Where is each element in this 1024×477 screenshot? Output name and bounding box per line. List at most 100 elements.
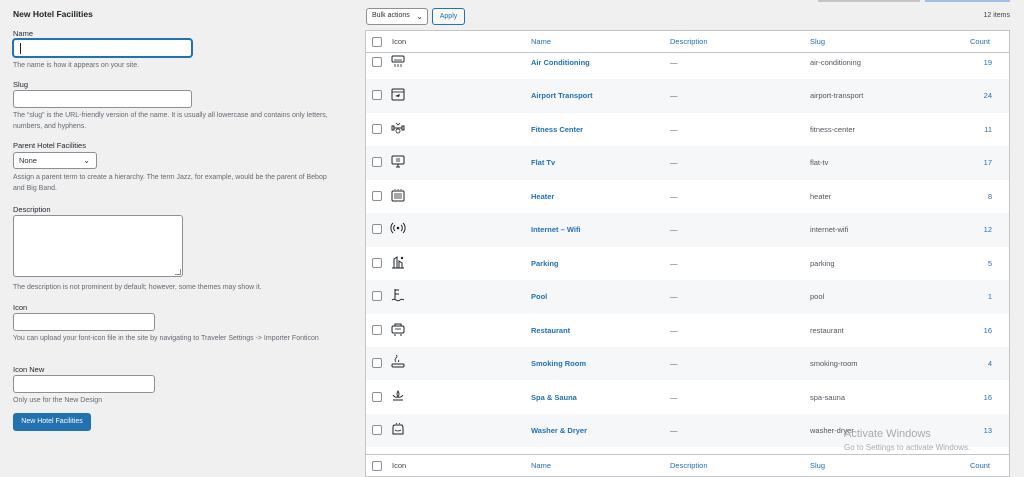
- row-description: —: [670, 58, 678, 67]
- slug-label: Slug: [13, 80, 29, 89]
- table-row: Parking — parking 5: [366, 247, 1009, 280]
- row-checkbox[interactable]: [372, 157, 382, 168]
- description-textarea[interactable]: [13, 215, 183, 277]
- name-input[interactable]: [13, 39, 192, 57]
- row-name-link[interactable]: Flat Tv: [531, 146, 555, 179]
- row-count-link[interactable]: 13: [972, 414, 992, 447]
- icon-new-input[interactable]: [13, 375, 155, 393]
- airport-transport-icon: [391, 88, 405, 101]
- slug-help: The “slug” is the URL-friendly version o…: [13, 112, 328, 130]
- table-row: Flat Tv — flat-tv 17: [366, 146, 1009, 180]
- row-count-link[interactable]: 17: [972, 146, 992, 179]
- heater-icon: [391, 188, 405, 202]
- tv-icon: [391, 155, 405, 168]
- add-facility-button[interactable]: New Hotel Facilities: [13, 413, 91, 431]
- row-description: —: [670, 325, 678, 335]
- row-checkbox[interactable]: [372, 190, 382, 201]
- parking-icon: [392, 255, 404, 269]
- table-row: Restaurant — restaurant 16: [366, 314, 1009, 347]
- resize-handle-icon[interactable]: [175, 269, 181, 275]
- row-slug: air-conditioning: [810, 58, 861, 67]
- row-name-link[interactable]: Heater: [531, 180, 554, 213]
- row-checkbox[interactable]: [372, 424, 382, 435]
- windows-watermark-subtitle: Go to Settings to activate Windows.: [844, 443, 971, 452]
- row-name-link[interactable]: Airport Transport: [531, 79, 593, 112]
- row-count-link[interactable]: 16: [972, 381, 992, 414]
- row-name-link[interactable]: Fitness Center: [531, 113, 583, 146]
- row-checkbox[interactable]: [372, 57, 382, 67]
- wifi-icon: [390, 222, 406, 234]
- bulk-actions-select[interactable]: Bulk actions ⌄: [366, 8, 428, 25]
- row-checkbox[interactable]: [372, 224, 382, 235]
- row-name-link[interactable]: Smoking Room: [531, 347, 586, 380]
- row-checkbox[interactable]: [372, 123, 382, 134]
- row-checkbox[interactable]: [372, 291, 382, 302]
- row-description: —: [670, 158, 678, 168]
- icon-input[interactable]: [13, 313, 155, 331]
- row-name-link[interactable]: Parking: [531, 247, 559, 280]
- row-name-link[interactable]: Washer & Dryer: [531, 414, 587, 447]
- chevron-down-icon: ⌄: [416, 12, 423, 21]
- row-name-link[interactable]: Restaurant: [531, 314, 570, 347]
- help-button[interactable]: [925, 0, 1010, 2]
- row-count-link[interactable]: 5: [972, 247, 992, 280]
- row-slug: parking: [810, 258, 835, 268]
- row-name-link[interactable]: Spa & Sauna: [531, 381, 577, 414]
- row-name-link[interactable]: Air Conditioning: [531, 46, 590, 79]
- row-name-link[interactable]: Internet – Wifi: [531, 213, 581, 246]
- row-slug: spa-sauna: [810, 392, 846, 402]
- row-checkbox[interactable]: [372, 358, 382, 369]
- table-row: Fitness Center — fitness-center 11: [366, 113, 1009, 146]
- table-footer: Icon Name Description Slug Count: [366, 454, 1009, 476]
- parent-select[interactable]: None ⌄: [13, 152, 97, 169]
- row-checkbox[interactable]: [372, 90, 382, 101]
- windows-watermark-title: Activate Windows: [844, 428, 931, 440]
- apply-button[interactable]: Apply: [432, 8, 465, 25]
- row-count-link[interactable]: 12: [972, 213, 992, 246]
- row-slug: airport-transport: [810, 91, 864, 101]
- screen-options-button[interactable]: [818, 0, 920, 2]
- slug-input[interactable]: [13, 90, 192, 108]
- row-count-link[interactable]: 19: [972, 46, 992, 79]
- row-name-link[interactable]: Pool: [531, 280, 547, 313]
- table-row: Heater — heater 8: [366, 180, 1009, 213]
- row-count-link[interactable]: 8: [972, 180, 992, 213]
- column-name-sort-footer[interactable]: Name: [531, 455, 551, 477]
- parent-select-value: None: [19, 156, 37, 165]
- column-count-sort-footer[interactable]: Count: [970, 455, 990, 477]
- smoking-icon: [391, 354, 405, 368]
- washer-icon: [392, 422, 404, 435]
- row-slug: smoking-room: [810, 359, 858, 369]
- row-count-link[interactable]: 24: [972, 79, 992, 112]
- table-row: Smoking Room — smoking-room 4: [366, 347, 1009, 381]
- column-description-sort-footer[interactable]: Description: [670, 455, 708, 477]
- row-count-link[interactable]: 11: [972, 113, 992, 146]
- icon-new-label: Icon New: [13, 365, 45, 374]
- row-checkbox[interactable]: [372, 257, 382, 268]
- name-label: Name: [13, 29, 34, 38]
- description-label: Description: [13, 205, 51, 214]
- parent-label: Parent Hotel Facilities: [13, 141, 86, 150]
- select-all-checkbox-footer[interactable]: [372, 461, 382, 471]
- row-slug: flat-tv: [810, 158, 829, 168]
- column-icon-footer: Icon: [392, 461, 407, 470]
- row-description: —: [670, 258, 678, 268]
- table-row: Internet – Wifi — internet-wifi 12: [366, 213, 1009, 247]
- column-slug-sort-footer[interactable]: Slug: [810, 455, 825, 477]
- table-row: Air Conditioning — air-conditioning 19: [366, 46, 1009, 79]
- row-count-link[interactable]: 4: [972, 347, 992, 380]
- restaurant-icon: [391, 323, 405, 336]
- row-checkbox[interactable]: [372, 324, 382, 335]
- row-slug: restaurant: [810, 325, 844, 335]
- row-count-link[interactable]: 1: [972, 280, 992, 313]
- row-checkbox[interactable]: [372, 391, 382, 402]
- row-slug: heater: [810, 191, 832, 201]
- row-description: —: [670, 425, 678, 435]
- facilities-table: Icon Name Description Slug Count Air Con…: [365, 30, 1010, 477]
- row-description: —: [670, 91, 678, 101]
- table-row: Airport Transport — airport-transport 24: [366, 79, 1009, 113]
- table-row: Pool — pool 1: [366, 280, 1009, 314]
- icon-label: Icon: [13, 303, 28, 312]
- row-count-link[interactable]: 16: [972, 314, 992, 347]
- description-help: The description is not prominent by defa…: [13, 284, 262, 291]
